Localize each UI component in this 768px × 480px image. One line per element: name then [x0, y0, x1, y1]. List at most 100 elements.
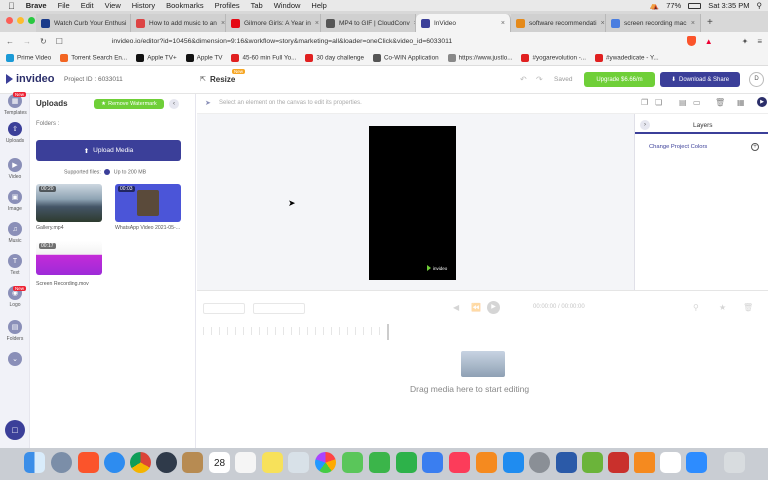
add-color-icon[interactable]: + — [751, 143, 759, 151]
media-thumbnail[interactable]: 00:03 — [115, 184, 181, 222]
nav-uploads[interactable]: ⇧ Uploads — [4, 122, 26, 144]
star-icon[interactable]: ★ — [719, 303, 726, 312]
close-tab-icon[interactable]: × — [501, 20, 505, 27]
collapse-panel-icon[interactable]: ‹ — [169, 99, 179, 109]
finder-icon[interactable] — [24, 452, 45, 473]
tab-software[interactable]: software recommendati × — [511, 14, 606, 32]
extensions-icon[interactable]: ✦ — [742, 37, 749, 46]
nav-text[interactable]: T Text — [4, 254, 26, 276]
info-icon[interactable] — [104, 169, 111, 175]
upload-media-button[interactable]: ⬆ Upload Media — [36, 140, 181, 161]
books-icon[interactable] — [476, 452, 497, 473]
nav-image[interactable]: ▣ Image — [4, 190, 26, 212]
expand-panel-icon[interactable]: › — [640, 120, 650, 130]
launchpad-icon[interactable] — [51, 452, 72, 473]
music-app-icon[interactable] — [449, 452, 470, 473]
brave-shield-icon[interactable] — [686, 36, 696, 46]
close-tab-icon[interactable]: × — [601, 20, 605, 27]
layer-icon[interactable]: ▤ — [679, 98, 687, 107]
nav-templates[interactable]: ▦ Templates — [4, 94, 27, 116]
nav-more[interactable]: ⌄ — [4, 352, 26, 368]
slack-icon[interactable] — [660, 452, 681, 473]
forward-icon[interactable]: → — [23, 37, 31, 46]
zoom-icon[interactable]: ⚲ — [693, 303, 699, 312]
tab-invideo[interactable]: InVideo × — [416, 14, 511, 32]
battery-level[interactable]: 77% — [666, 1, 681, 10]
duplicate-icon[interactable]: ❏ — [655, 98, 662, 107]
redo-timeline-button[interactable] — [253, 303, 305, 314]
nav-video[interactable]: ▶ Video — [4, 158, 26, 180]
wifi-icon[interactable]: ⛺ — [650, 1, 659, 10]
undo-icon[interactable]: ↶ — [520, 75, 527, 84]
chat-icon[interactable]: □ — [5, 420, 25, 440]
copy-icon[interactable]: ❐ — [641, 98, 648, 107]
project-id[interactable]: Project ID : 6033011 — [64, 76, 123, 83]
reminders-icon[interactable] — [235, 452, 256, 473]
safari-icon[interactable] — [104, 452, 125, 473]
delete-icon[interactable]: 🗑 — [715, 98, 725, 107]
bookmark-item[interactable]: Co-WIN Application — [372, 53, 439, 62]
menu-help[interactable]: Help — [311, 1, 326, 10]
menu-profiles[interactable]: Profiles — [215, 1, 240, 10]
tab-music[interactable]: How to add music to an × — [131, 14, 226, 32]
download-share-button[interactable]: ⬇ Download & Share — [660, 72, 740, 87]
grid-icon[interactable]: ▦ — [737, 98, 745, 107]
undo-timeline-button[interactable] — [203, 303, 245, 314]
apple-icon[interactable]:  — [8, 1, 15, 11]
editor-canvas[interactable]: invideo ➤ — [197, 114, 634, 290]
drop-zone-text[interactable]: Drag media here to start editing — [410, 384, 529, 394]
tab-cloudconvert[interactable]: MP4 to GIF | CloudConv× — [321, 14, 416, 32]
maximize-window-button[interactable] — [28, 17, 35, 24]
resize-button[interactable]: Resize — [210, 75, 235, 84]
reload-icon[interactable]: ↻ — [40, 37, 47, 46]
bookmark-item[interactable]: #yogarevolution -... — [521, 53, 586, 62]
search-icon[interactable]: ⚲ — [757, 1, 763, 10]
menu-tab[interactable]: Tab — [251, 1, 263, 10]
brand[interactable]: invideo — [6, 73, 55, 85]
nav-folders[interactable]: ▤ Folders — [4, 320, 26, 342]
bookmark-item[interactable]: 45-60 min Full Yo... — [231, 53, 296, 62]
menu-bookmarks[interactable]: Bookmarks — [166, 1, 204, 10]
remove-watermark-button[interactable]: ★ Remove Watermark — [94, 99, 164, 109]
close-tab-icon[interactable]: × — [691, 20, 695, 27]
notes-app-icon[interactable] — [182, 452, 203, 473]
keynote-icon[interactable] — [422, 452, 443, 473]
close-window-button[interactable] — [6, 17, 13, 24]
facetime-icon[interactable] — [369, 452, 390, 473]
video-frame[interactable]: invideo — [369, 126, 456, 280]
bookmark-item[interactable]: #ywadedicate - Y... — [595, 53, 659, 62]
menu-window[interactable]: Window — [274, 1, 301, 10]
image-capture-icon[interactable] — [288, 452, 309, 473]
trash-icon[interactable] — [724, 452, 745, 473]
back-icon[interactable]: ← — [6, 37, 14, 46]
system-preferences-icon[interactable] — [529, 452, 550, 473]
brave-icon[interactable] — [78, 452, 99, 473]
photos-icon[interactable] — [315, 452, 336, 473]
word-icon[interactable] — [556, 452, 577, 473]
bookmark-item[interactable]: Apple TV — [185, 53, 222, 62]
utorrent-icon[interactable] — [582, 452, 603, 473]
redo-icon[interactable]: ↷ — [536, 75, 543, 84]
media-thumbnail[interactable]: 00:17 — [36, 241, 102, 275]
calendar-icon[interactable]: 28 — [209, 452, 230, 473]
bookmark-item[interactable]: Apple TV+ — [136, 53, 177, 62]
play-icon[interactable]: ▶ — [757, 97, 767, 107]
nav-music[interactable]: ♫ Music — [4, 222, 26, 244]
media-thumbnail[interactable]: 00:20 — [36, 184, 102, 222]
resize-icon[interactable]: ⇱ — [200, 75, 206, 83]
quicktime-icon[interactable] — [156, 452, 177, 473]
rewind-icon[interactable]: ⏪ — [471, 303, 481, 312]
bookmark-item[interactable]: Prime Video — [6, 53, 51, 62]
menu-icon[interactable]: ≡ — [757, 37, 762, 46]
tab-curb[interactable]: Watch Curb Your Enthusi× — [36, 14, 131, 32]
menu-history[interactable]: History — [132, 1, 155, 10]
menu-edit[interactable]: Edit — [81, 1, 94, 10]
bookmark-icon[interactable]: ☐ — [56, 37, 63, 46]
zoom-icon[interactable] — [686, 452, 707, 473]
prev-icon[interactable]: ◀ — [453, 303, 459, 312]
tab-gilmore[interactable]: Gilmore Girls: A Year in × — [226, 14, 321, 32]
app-menu[interactable]: Brave — [26, 1, 47, 10]
minimize-window-button[interactable] — [17, 17, 24, 24]
close-tab-icon[interactable]: × — [221, 20, 225, 27]
change-project-colors[interactable]: Change Project Colors — [649, 144, 707, 150]
